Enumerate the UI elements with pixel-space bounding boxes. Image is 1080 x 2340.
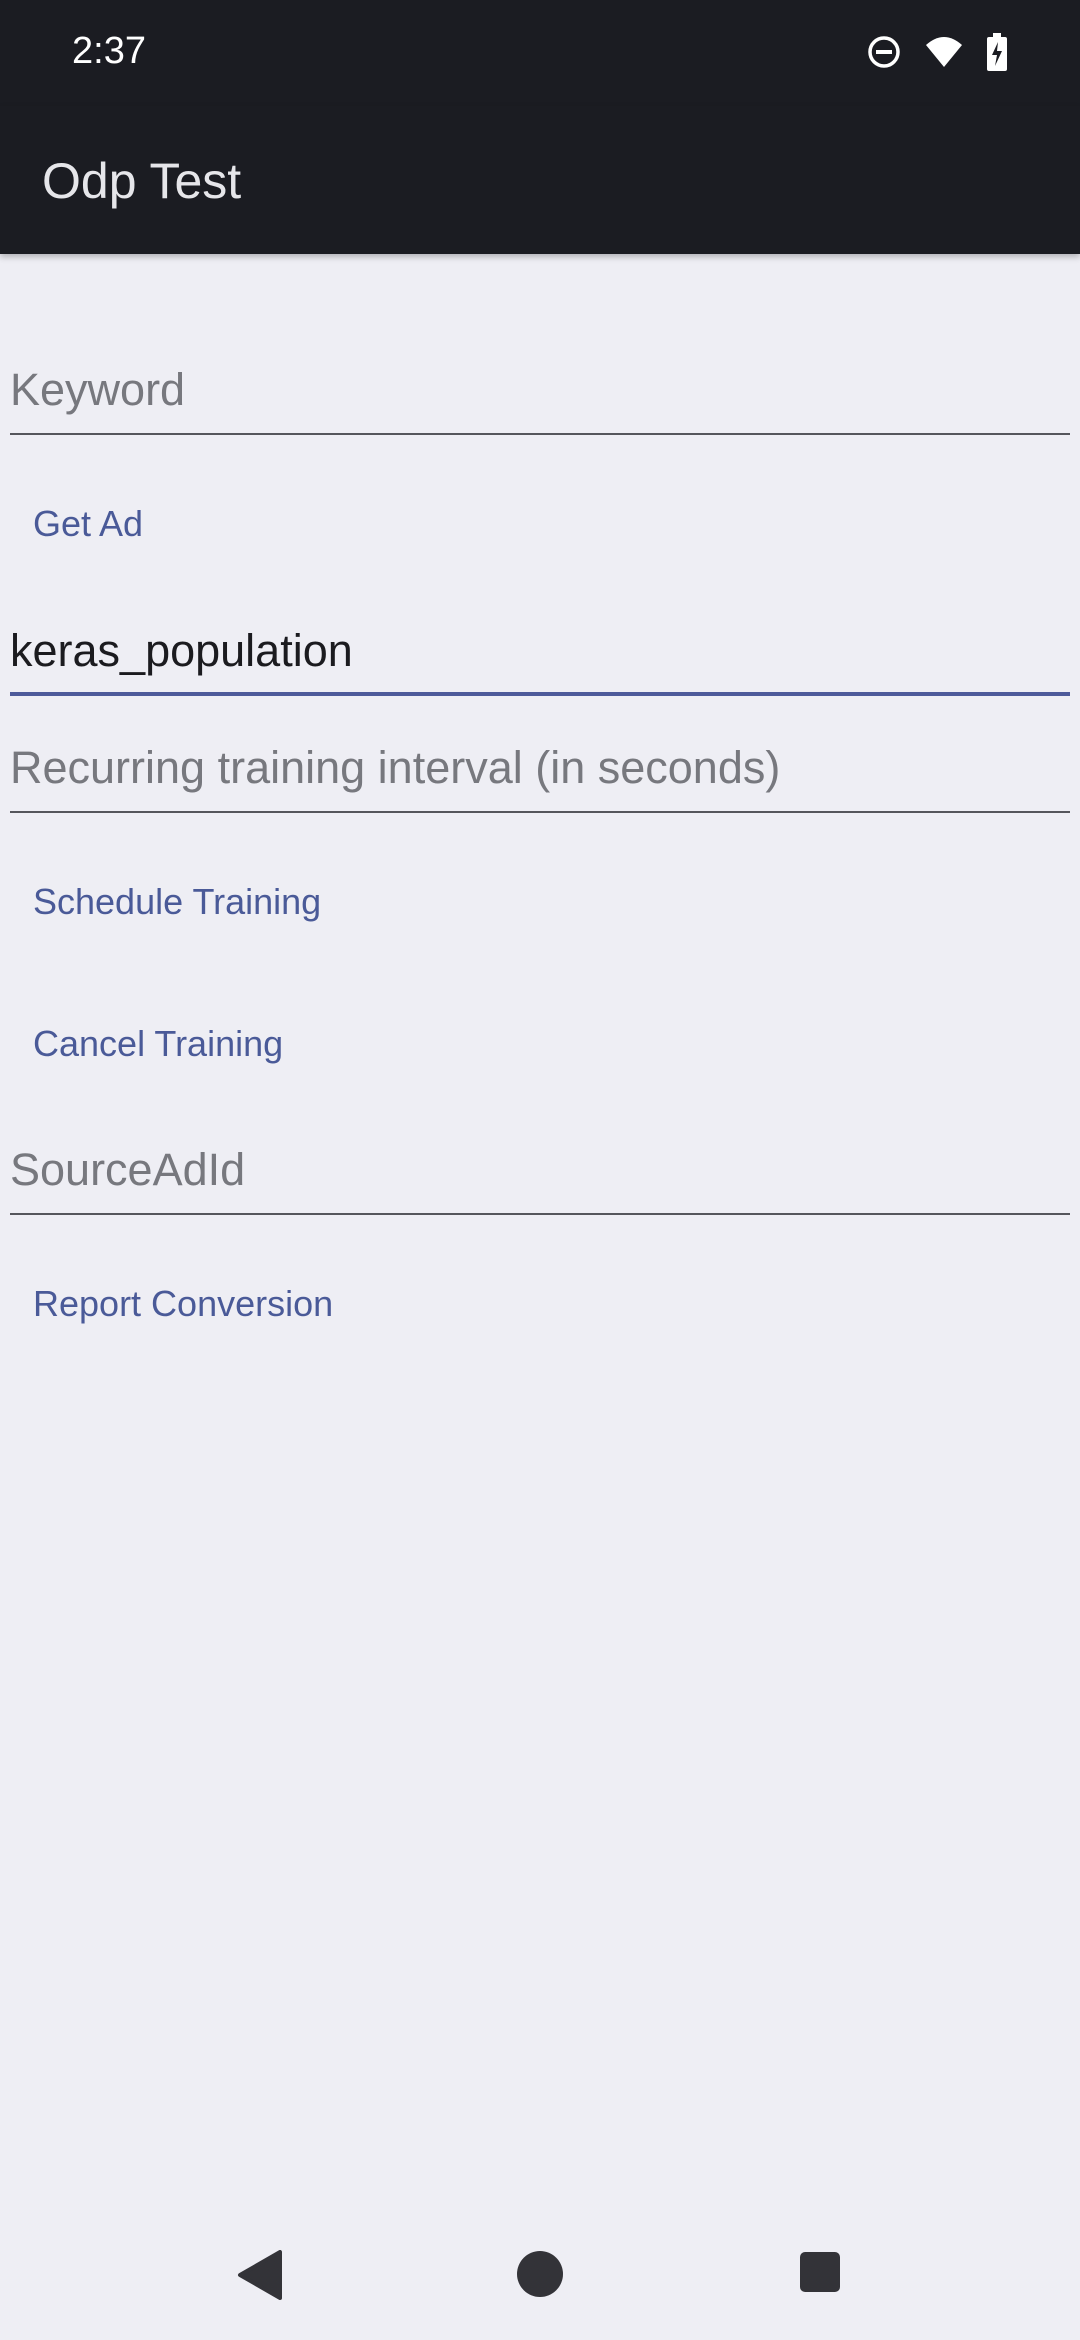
population-input[interactable]: keras_population: [10, 616, 1070, 696]
navigation-bar: [0, 2206, 1080, 2340]
app-bar: Odp Test: [0, 106, 1080, 254]
report-conversion-button[interactable]: Report Conversion: [33, 1282, 333, 1326]
app-title: Odp Test: [42, 153, 242, 209]
battery-charging-icon: [986, 32, 1008, 76]
status-icons: [866, 32, 1008, 76]
cancel-training-button[interactable]: Cancel Training: [33, 1022, 283, 1066]
schedule-training-button[interactable]: Schedule Training: [33, 880, 321, 924]
back-icon[interactable]: [236, 2250, 282, 2305]
do-not-disturb-icon: [866, 34, 902, 75]
get-ad-button[interactable]: Get Ad: [33, 502, 143, 546]
recents-icon[interactable]: [799, 2251, 841, 2298]
training-interval-input[interactable]: Recurring training interval (in seconds): [10, 733, 1070, 813]
source-ad-id-input[interactable]: SourceAdId: [10, 1135, 1070, 1215]
wifi-icon: [924, 35, 964, 74]
home-icon[interactable]: [516, 2250, 564, 2303]
status-time: 2:37: [72, 30, 146, 72]
keyword-input[interactable]: Keyword: [10, 355, 1070, 435]
status-bar: 2:37: [0, 0, 1080, 106]
